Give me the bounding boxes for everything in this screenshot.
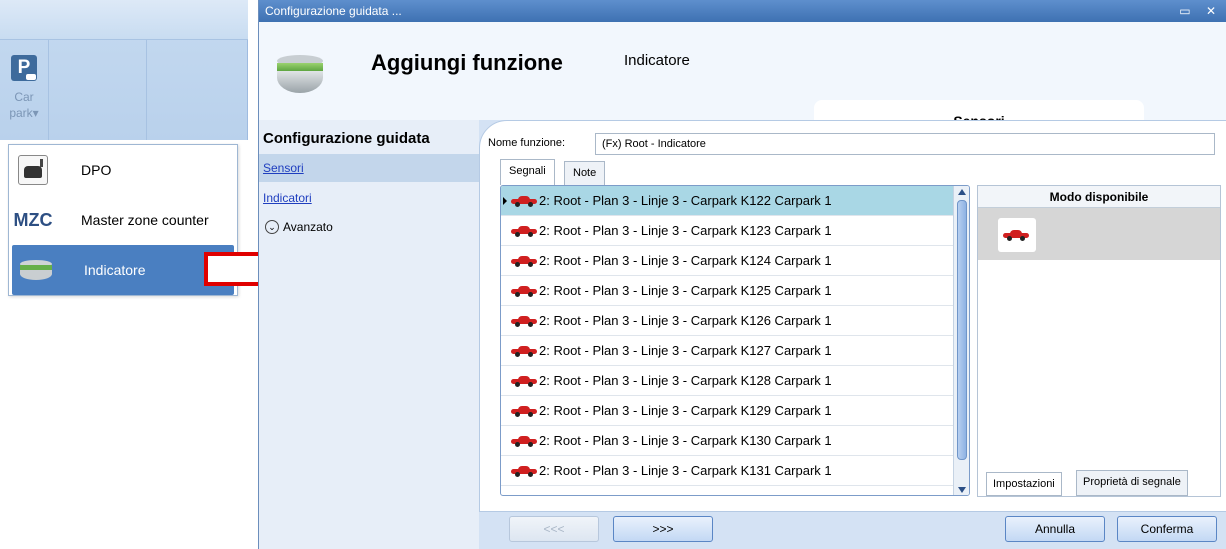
nav-link-sensori[interactable]: Sensori xyxy=(259,154,479,182)
car-icon xyxy=(511,345,537,357)
signal-row[interactable]: 2: Root - Plan 3 - Linje 3 - Carpark K13… xyxy=(501,456,953,486)
mode-panel: Modo disponibile Impostazioni Proprietà … xyxy=(977,185,1221,497)
indicator-icon xyxy=(277,55,323,95)
car-icon xyxy=(511,375,537,387)
menu-item-dpo[interactable]: DPO xyxy=(9,145,237,195)
car-icon xyxy=(511,435,537,447)
nome-funzione-label: Nome funzione: xyxy=(488,137,566,149)
row-selector-icon xyxy=(503,197,507,205)
car-icon xyxy=(511,195,537,207)
tab-proprieta-segnale[interactable]: Proprietà di segnale xyxy=(1076,470,1188,496)
car-icon xyxy=(511,225,537,237)
car-icon xyxy=(511,496,537,497)
car-icon xyxy=(511,285,537,297)
carpark-label: Car park▾ xyxy=(8,89,40,121)
signal-label: 2: Root - Plan 3 - Linje 3 - Carpark K12… xyxy=(539,403,832,418)
signal-label: 2: Root - Plan 3 - Linje 3 - Carpark K12… xyxy=(539,193,832,208)
menu-item-label: Master zone counter xyxy=(81,212,209,228)
signal-row[interactable]: 2: Root - Plan 3 - Linje 3 - Carpark K12… xyxy=(501,306,953,336)
menu-item-indicatore[interactable]: Indicatore xyxy=(12,245,234,295)
carpark-label-line1: Car xyxy=(14,90,34,104)
wizard-nav: Configurazione guidata Sensori Indicator… xyxy=(259,120,479,549)
signal-row[interactable]: 2: Root - Plan 3 - Linje 3 - Carpark K12… xyxy=(501,186,953,216)
ribbon-divider xyxy=(146,40,147,140)
menu-item-label: Indicatore xyxy=(84,262,146,278)
cancel-button[interactable]: Annulla xyxy=(1005,516,1105,542)
signal-label: 2: Root - Plan 3 - Linje 3 - Carpark K12… xyxy=(539,223,832,238)
scroll-up-icon[interactable] xyxy=(958,189,966,195)
car-icon xyxy=(511,405,537,417)
signal-row[interactable]: 2: Root - Plan 3 - Linje 3 - Carpark K12… xyxy=(501,336,953,366)
signal-label: 2: Root - Plan 3 - Linje 3 - Carpark K12… xyxy=(539,313,832,328)
signal-row[interactable]: 2: Root - Plan 3 - Linje 3 - Carpark K12… xyxy=(501,366,953,396)
window-controls[interactable]: ▭ ✕ xyxy=(1179,0,1222,22)
nav-avanzato-label: Avanzato xyxy=(283,220,333,234)
nome-funzione-input[interactable]: (Fx) Root - Indicatore xyxy=(595,133,1215,155)
signal-label: 2: Root - Plan 3 - Linje 3 - Carpark K13… xyxy=(539,493,832,495)
nav-avanzato[interactable]: ⌄ Avanzato xyxy=(265,220,333,234)
car-icon xyxy=(511,465,537,477)
nav-link-indicatori[interactable]: Indicatori xyxy=(259,184,479,212)
dialog-footer: <<< >>> Annulla Conferma xyxy=(479,512,1226,549)
wizard-dialog: Configurazione guidata ... ▭ ✕ Aggiungi … xyxy=(258,0,1226,549)
tab-impostazioni[interactable]: Impostazioni xyxy=(986,472,1062,496)
indicator-icon xyxy=(20,260,52,280)
page-title: Aggiungi funzione xyxy=(371,50,563,75)
signal-row[interactable]: 2: Root - Plan 3 - Linje 3 - Carpark K13… xyxy=(501,426,953,456)
mzc-icon: MZC xyxy=(13,209,53,230)
carpark-label-line2: park▾ xyxy=(9,106,39,120)
mode-panel-tabs: Impostazioni Proprietà di segnale xyxy=(978,468,1220,496)
scroll-thumb[interactable] xyxy=(957,200,967,460)
nav-title: Configurazione guidata xyxy=(263,130,430,147)
dialog-titlebar: Configurazione guidata ... ▭ ✕ xyxy=(259,0,1226,22)
car-icon xyxy=(511,255,537,267)
ribbon-tabstrip xyxy=(0,0,248,40)
dpo-device-icon xyxy=(18,155,48,185)
car-icon xyxy=(511,315,537,327)
next-button[interactable]: >>> xyxy=(613,516,713,542)
dialog-header: Aggiungi funzione Indicatore Sensori xyxy=(259,22,1226,142)
signal-label: 2: Root - Plan 3 - Linje 3 - Carpark K12… xyxy=(539,343,832,358)
menu-item-label: DPO xyxy=(81,162,112,178)
ribbon: P Car park▾ xyxy=(0,0,248,140)
menu-item-mzc[interactable]: MZC Master zone counter xyxy=(9,195,237,245)
ribbon-divider xyxy=(48,40,49,140)
signal-label: 2: Root - Plan 3 - Linje 3 - Carpark K12… xyxy=(539,253,832,268)
signal-label: 2: Root - Plan 3 - Linje 3 - Carpark K13… xyxy=(539,433,832,448)
carpark-button[interactable]: P Car park▾ xyxy=(8,45,40,135)
signal-label: 2: Root - Plan 3 - Linje 3 - Carpark K12… xyxy=(539,373,832,388)
mode-panel-header: Modo disponibile xyxy=(978,186,1220,208)
signal-label: 2: Root - Plan 3 - Linje 3 - Carpark K12… xyxy=(539,283,832,298)
mode-available-area xyxy=(978,208,1220,260)
main-panel: Nome funzione: (Fx) Root - Indicatore Se… xyxy=(479,120,1226,512)
confirm-button[interactable]: Conferma xyxy=(1117,516,1217,542)
scroll-down-icon[interactable] xyxy=(958,487,966,493)
parking-icon: P xyxy=(11,55,37,81)
signal-label: 2: Root - Plan 3 - Linje 3 - Carpark K13… xyxy=(539,463,832,478)
signal-row[interactable]: 2: Root - Plan 3 - Linje 3 - Carpark K12… xyxy=(501,396,953,426)
tab-segnali[interactable]: Segnali xyxy=(500,159,555,185)
dialog-title: Configurazione guidata ... xyxy=(265,4,402,18)
page-subtitle: Indicatore xyxy=(624,52,690,69)
signal-row[interactable]: 2: Root - Plan 3 - Linje 3 - Carpark K12… xyxy=(501,276,953,306)
signal-row[interactable]: 2: Root - Plan 3 - Linje 3 - Carpark K12… xyxy=(501,216,953,246)
car-mode-icon[interactable] xyxy=(998,218,1036,252)
tab-note[interactable]: Note xyxy=(564,161,606,185)
signal-row[interactable]: 2: Root - Plan 3 - Linje 3 - Carpark K13… xyxy=(501,486,953,497)
signal-row[interactable]: 2: Root - Plan 3 - Linje 3 - Carpark K12… xyxy=(501,246,953,276)
signals-list: 2: Root - Plan 3 - Linje 3 - Carpark K12… xyxy=(500,185,970,496)
chevron-down-icon: ⌄ xyxy=(265,220,279,234)
vertical-scrollbar[interactable] xyxy=(953,186,969,495)
back-button[interactable]: <<< xyxy=(509,516,599,542)
